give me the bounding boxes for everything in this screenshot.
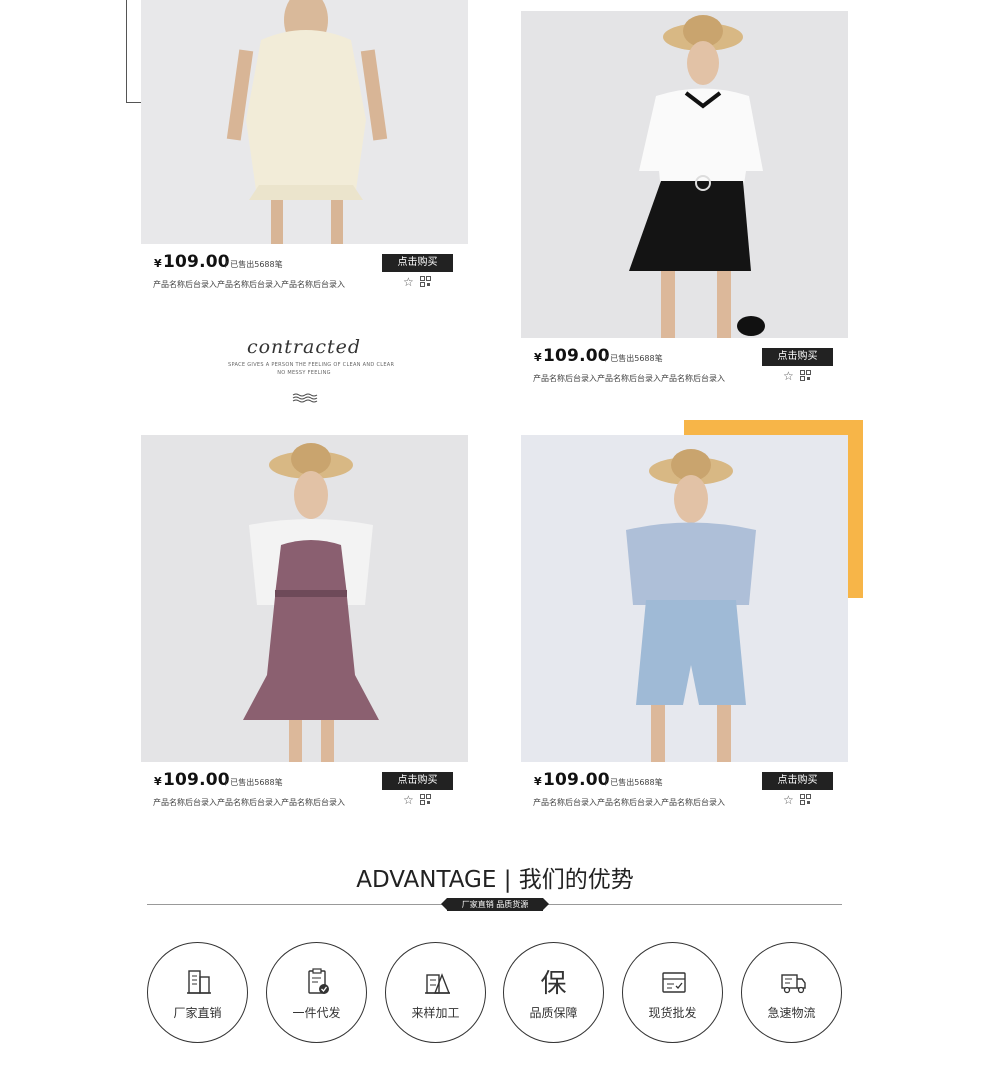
qr-code-icon[interactable]: [420, 276, 431, 287]
product-card[interactable]: ¥ 109.00 / 已售出5688笔 点击购买 产品名称后台录入产品名称后台录…: [141, 0, 468, 290]
product-price: 109.00: [543, 346, 610, 366]
product-photo[interactable]: [521, 435, 848, 762]
advantage-item-quality: 保 品质保障: [503, 942, 604, 1043]
currency-symbol: ¥: [154, 775, 162, 788]
building-icon: [187, 970, 211, 994]
decor-line-vertical: [126, 0, 127, 103]
product-card[interactable]: ¥ 109.00 / 已售出5688笔 点击购买 产品名称后台录入产品名称后台录…: [141, 435, 468, 808]
slogan-line-1: SPACE GIVES A PERSON THE FEELING OF CLEA…: [228, 362, 395, 368]
favorite-star-icon[interactable]: ☆: [403, 793, 414, 807]
favorite-star-icon[interactable]: ☆: [783, 369, 794, 383]
currency-symbol: ¥: [534, 775, 542, 788]
sold-count: / 已售出5688笔: [605, 778, 663, 787]
sold-count: / 已售出5688笔: [225, 778, 283, 787]
product-name: 产品名称后台录入产品名称后台录入产品名称后台录入: [153, 798, 345, 807]
sample-process-icon: [425, 973, 451, 994]
product-price: 109.00: [543, 770, 610, 790]
advantage-item-wholesale: 现货批发: [622, 942, 723, 1043]
favorite-star-icon[interactable]: ☆: [783, 793, 794, 807]
decor-line-horizontal: [126, 102, 142, 103]
advantage-item-sample-process: 来样加工: [385, 942, 486, 1043]
slogan-line-2: NO MESSY FEELING: [277, 370, 331, 376]
clipboard-check-icon: [308, 968, 329, 994]
sold-count: / 已售出5688笔: [605, 354, 663, 363]
slogan-script: contracted: [246, 336, 362, 358]
advantage-item-dropship: 一件代发: [266, 942, 367, 1043]
product-photo[interactable]: [141, 435, 468, 762]
contracted-slogan: contracted SPACE GIVES A PERSON THE FEEL…: [228, 336, 395, 376]
bao-char-icon: 保: [540, 969, 567, 999]
product-photo[interactable]: [141, 0, 468, 244]
advantage-label: 厂家直销: [173, 1006, 222, 1020]
product-price: 109.00: [163, 252, 230, 272]
qr-code-icon[interactable]: [800, 794, 811, 805]
advantage-label: 来样加工: [411, 1006, 460, 1020]
box-check-icon: [662, 972, 686, 993]
advantage-item-factory-direct: 厂家直销: [147, 942, 248, 1043]
product-price: 109.00: [163, 770, 230, 790]
advantage-title: ADVANTAGE | 我们的优势: [356, 867, 634, 893]
favorite-star-icon[interactable]: ☆: [403, 275, 414, 289]
currency-symbol: ¥: [154, 257, 162, 270]
product-card[interactable]: ¥ 109.00 / 已售出5688笔 点击购买 产品名称后台录入产品名称后台录…: [521, 435, 848, 808]
currency-symbol: ¥: [534, 351, 542, 364]
advantage-label: 一件代发: [292, 1006, 341, 1020]
advantage-badge: 厂家直销 品质货源: [441, 898, 549, 911]
wave-icon: [292, 393, 318, 403]
advantage-label: 现货批发: [648, 1006, 697, 1020]
product-name: 产品名称后台录入产品名称后台录入产品名称后台录入: [533, 798, 725, 807]
advantage-label: 急速物流: [767, 1006, 816, 1020]
product-name: 产品名称后台录入产品名称后台录入产品名称后台录入: [153, 280, 345, 289]
product-name: 产品名称后台录入产品名称后台录入产品名称后台录入: [533, 374, 725, 383]
advantage-label: 品质保障: [529, 1006, 578, 1020]
sold-count: / 已售出5688笔: [225, 260, 283, 269]
product-photo[interactable]: [521, 11, 848, 338]
qr-code-icon[interactable]: [420, 794, 431, 805]
qr-code-icon[interactable]: [800, 370, 811, 381]
product-card[interactable]: ¥ 109.00 / 已售出5688笔 点击购买 产品名称后台录入产品名称后台录…: [521, 11, 848, 384]
delivery-truck-icon: [781, 974, 806, 994]
advantage-item-logistics: 急速物流: [741, 942, 842, 1043]
